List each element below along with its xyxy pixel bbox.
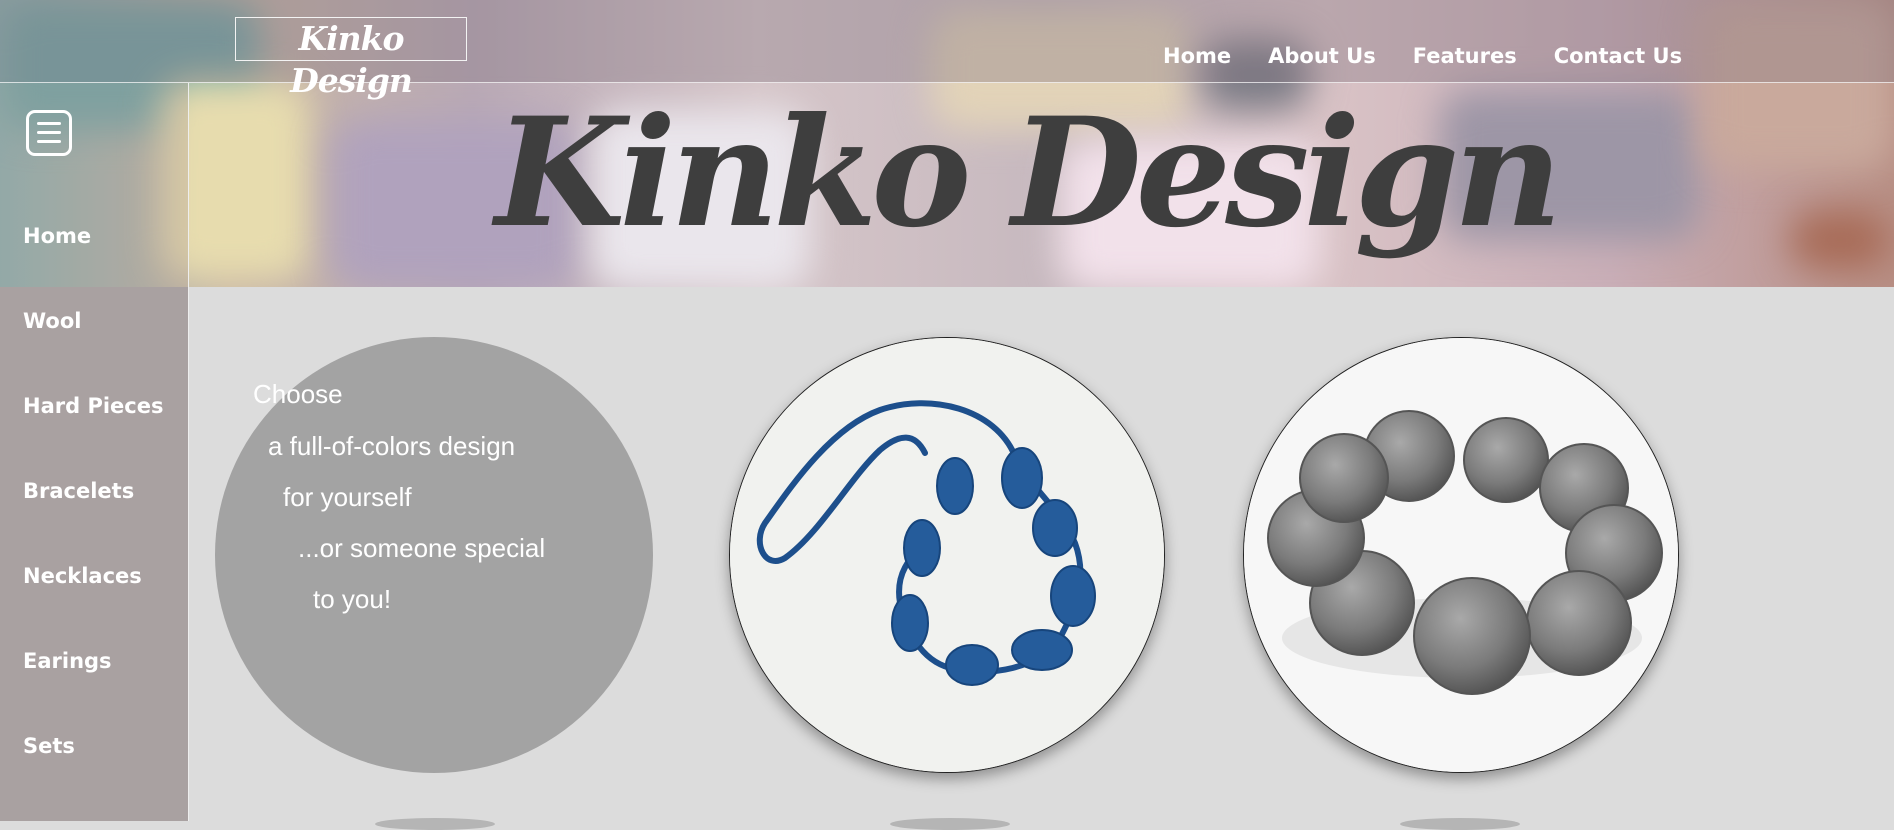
- sidebar-item-wool[interactable]: Wool: [23, 307, 81, 335]
- sidebar-item-hard-pieces[interactable]: Hard Pieces: [23, 392, 163, 420]
- hamburger-icon[interactable]: [26, 110, 72, 156]
- bracelet-photo: [1244, 338, 1678, 772]
- product-image-blue-necklace[interactable]: [729, 337, 1165, 773]
- nav-link-features[interactable]: Features: [1413, 42, 1517, 70]
- sidebar-item-necklaces[interactable]: Necklaces: [23, 562, 142, 590]
- intro-line: for yourself: [283, 482, 412, 512]
- necklace-photo: [730, 338, 1164, 772]
- sidebar-item-home[interactable]: Home: [23, 222, 91, 250]
- nav-link-contact-us[interactable]: Contact Us: [1554, 42, 1682, 70]
- intro-line: a full-of-colors design: [268, 431, 516, 461]
- intro-line: Choose: [253, 379, 343, 409]
- sidebar-item-sets[interactable]: Sets: [23, 732, 75, 760]
- next-row-circle: [1400, 818, 1520, 830]
- sidebar-item-bracelets[interactable]: Bracelets: [23, 477, 134, 505]
- sidebar-item-earings[interactable]: Earings: [23, 647, 112, 675]
- hero-banner: Kinko Design Home About Us Features Cont…: [0, 0, 1894, 287]
- site-logo[interactable]: Kinko Design: [235, 17, 467, 100]
- nav-link-home[interactable]: Home: [1163, 42, 1231, 70]
- next-row-circle: [375, 818, 495, 830]
- intro-line: to you!: [313, 584, 392, 614]
- product-image-gray-bracelet[interactable]: [1243, 337, 1679, 773]
- intro-line: ...or someone special: [298, 533, 546, 563]
- next-row-circle: [890, 818, 1010, 830]
- sidebar: Home Wool Hard Pieces Bracelets Necklace…: [0, 83, 189, 821]
- top-nav: Home About Us Features Contact Us: [1163, 42, 1719, 70]
- hero-title: Kinko Design: [495, 85, 1562, 261]
- nav-link-about-us[interactable]: About Us: [1268, 42, 1376, 70]
